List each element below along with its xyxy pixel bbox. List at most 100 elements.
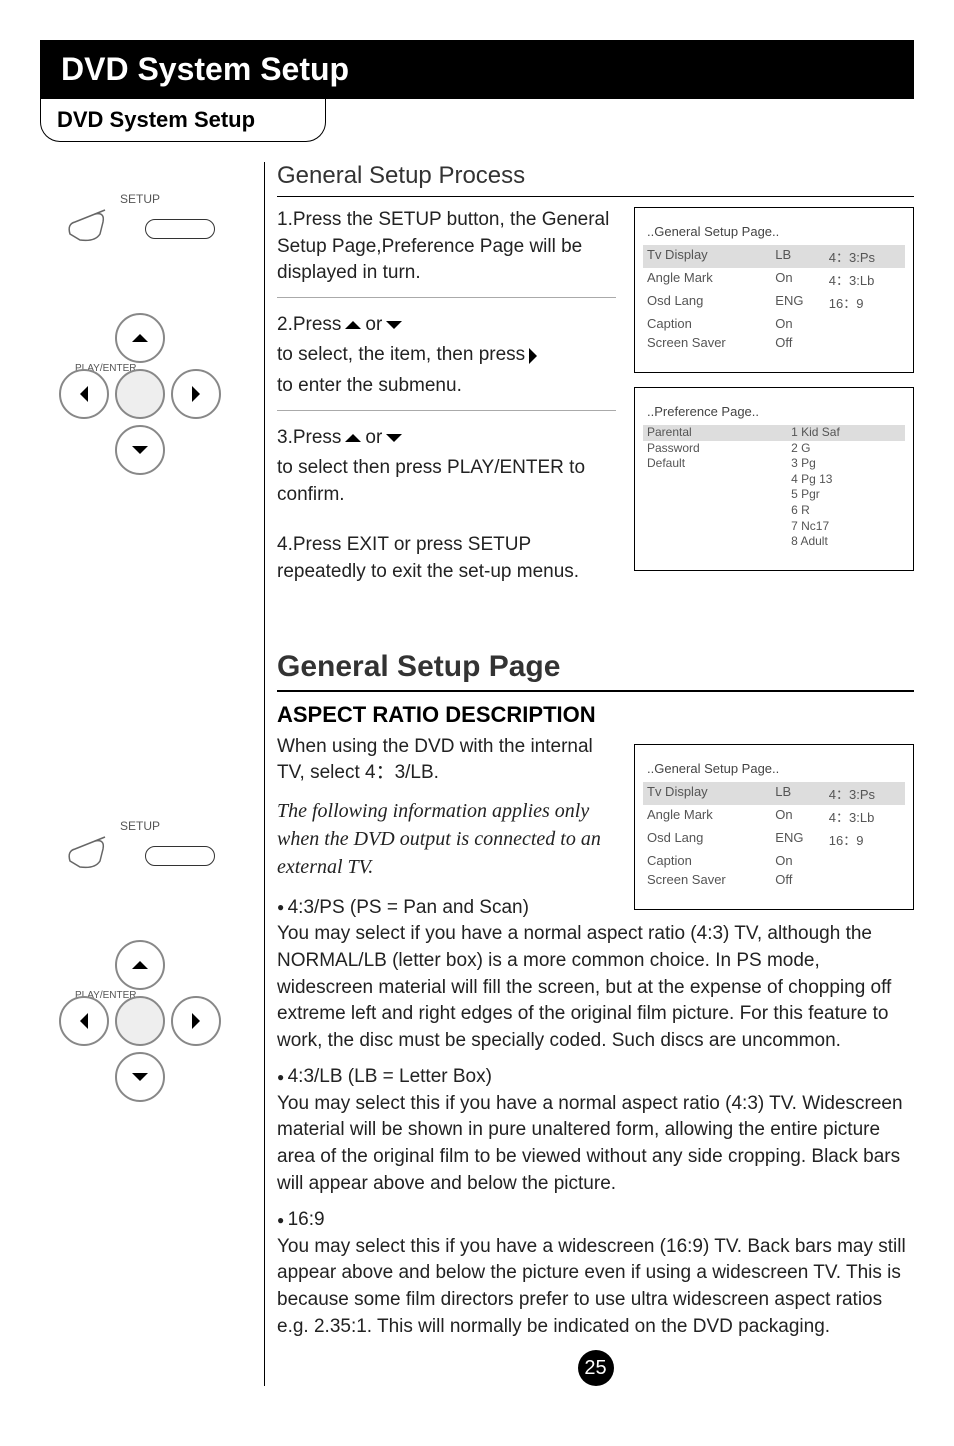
osd-cell: Tv Display	[643, 245, 771, 268]
osd-cell: Caption	[643, 314, 771, 333]
osd-cell: On	[771, 805, 824, 828]
triangle-up-icon	[345, 434, 361, 442]
osd-cell: LB	[771, 245, 824, 268]
aspect-ps-text: You may select if you have a normal aspe…	[277, 921, 914, 1054]
osd-cell: Off	[771, 333, 824, 352]
page-title-bar: DVD System Setup	[40, 40, 914, 99]
osd-cell: 3 Pg	[787, 456, 905, 472]
aspect-lb-text: You may select this if you have a normal…	[277, 1091, 914, 1197]
osd-cell: ENG	[771, 828, 824, 851]
osd-cell: Osd Lang	[643, 828, 771, 851]
osd-cell: 16：9	[825, 291, 905, 314]
dpad-right-icon	[171, 369, 221, 419]
dpad-left-icon	[59, 369, 109, 419]
left-column: SETUP PLAY/ENTER SETUP	[40, 162, 240, 1386]
osd-cell: On	[771, 851, 824, 870]
aspect-description: When using the DVD with the internal TV,…	[277, 734, 616, 922]
hand-icon	[65, 204, 115, 249]
triangle-up-icon	[345, 321, 361, 329]
osd-cell: 4：3:Lb	[825, 805, 905, 828]
osd-title: ..Preference Page..	[643, 398, 905, 425]
osd-cell: 16：9	[825, 828, 905, 851]
hand-icon	[65, 831, 115, 876]
setup-label: SETUP	[120, 819, 160, 833]
step-text: to select, the item, then press	[277, 342, 525, 369]
osd-cell: 4 Pg 13	[787, 472, 905, 488]
step-text: or	[365, 425, 382, 452]
aspect-intro: When using the DVD with the internal TV,…	[277, 734, 616, 787]
step-2: 2.Press or to select, the item, then pre…	[277, 312, 616, 411]
osd-cell: Password	[643, 441, 787, 457]
step-text: to select then press PLAY/ENTER to confi…	[277, 455, 616, 508]
aspect-note: The following information applies only w…	[277, 797, 616, 881]
osd-title: ..General Setup Page..	[643, 218, 905, 245]
aspect-lb: 4:3/LB (LB = Letter Box) You may select …	[277, 1064, 914, 1197]
aspect-ps: 4:3/PS (PS = Pan and Scan)	[277, 895, 616, 922]
osd-cell: Tv Display	[643, 782, 771, 805]
general-page-heading: General Setup Page	[277, 650, 914, 692]
osd-preference: ..Preference Page.. Parental1 Kid Saf Pa…	[634, 387, 914, 571]
page-subtitle: DVD System Setup	[40, 99, 326, 142]
osd-table: Tv DisplayLB4：3:Ps Angle MarkOn4：3:Lb Os…	[643, 245, 905, 352]
dpad-right-icon	[171, 996, 221, 1046]
right-column: General Setup Process 1.Press the SETUP …	[264, 162, 914, 1386]
osd-cell: 2 G	[787, 441, 905, 457]
aspect-169-text: You may select this if you have a widesc…	[277, 1234, 914, 1340]
osd-cell: Off	[771, 870, 824, 889]
osd-cell: Caption	[643, 851, 771, 870]
osd-cell: LB	[771, 782, 824, 805]
triangle-down-icon	[386, 434, 402, 442]
osd-cell: Osd Lang	[643, 291, 771, 314]
aspect-169: 16:9 You may select this if you have a w…	[277, 1207, 914, 1340]
osd-cell: 1 Kid Saf	[787, 425, 905, 441]
osd-cell: Screen Saver	[643, 333, 771, 352]
setup-button-graphic-1: SETUP	[65, 192, 215, 249]
dpad-up-icon	[115, 313, 165, 363]
dpad-left-icon	[59, 996, 109, 1046]
osd-cell: Angle Mark	[643, 805, 771, 828]
triangle-right-icon	[529, 348, 537, 364]
osd-title: ..General Setup Page..	[643, 755, 905, 782]
osd-cell: 4：3:Ps	[825, 245, 905, 268]
osd-cell: 4：3:Lb	[825, 268, 905, 291]
aspect-ps-label: 4:3/PS (PS = Pan and Scan)	[277, 897, 529, 918]
setup-pill-icon	[145, 846, 215, 866]
osd-cell: On	[771, 314, 824, 333]
setup-pill-icon	[145, 219, 215, 239]
osd-cell: 4：3:Ps	[825, 782, 905, 805]
osd-cell: Default	[643, 456, 787, 472]
aspect-lb-label: 4:3/LB (LB = Letter Box)	[277, 1066, 492, 1087]
osd-table: Tv DisplayLB4：3:Ps Angle MarkOn4：3:Lb Os…	[643, 782, 905, 889]
process-steps: 1.Press the SETUP button, the General Se…	[277, 207, 616, 610]
triangle-down-icon	[386, 321, 402, 329]
osd-cell: ENG	[771, 291, 824, 314]
osd-cell: Angle Mark	[643, 268, 771, 291]
osd-cell: 8 Adult	[787, 534, 905, 550]
osd-cell: 6 R	[787, 503, 905, 519]
osd-table: Parental1 Kid Saf Password2 G Default3 P…	[643, 425, 905, 550]
dpad-graphic-2: PLAY/ENTER	[55, 936, 225, 1106]
osd-cell: 5 Pgr	[787, 487, 905, 503]
dpad-down-icon	[115, 425, 165, 475]
dpad-center-icon	[115, 369, 165, 419]
step-text: to enter the submenu.	[277, 373, 462, 400]
osd-cell: Parental	[643, 425, 787, 441]
setup-button-graphic-2: SETUP	[65, 819, 215, 876]
step-4: 4.Press EXIT or press SETUP repeatedly t…	[277, 532, 616, 595]
aspect-169-label: 16:9	[277, 1209, 325, 1230]
step-text: 2.Press	[277, 312, 341, 339]
dpad-center-icon	[115, 996, 165, 1046]
dpad-graphic-1: PLAY/ENTER	[55, 309, 225, 479]
setup-label: SETUP	[120, 192, 160, 206]
osd-column: ..General Setup Page.. Tv DisplayLB4：3:P…	[634, 207, 914, 610]
dpad-up-icon	[115, 940, 165, 990]
step-text: 3.Press	[277, 425, 341, 452]
process-heading: General Setup Process	[277, 162, 914, 197]
dpad-down-icon	[115, 1052, 165, 1102]
osd-cell: On	[771, 268, 824, 291]
step-1: 1.Press the SETUP button, the General Se…	[277, 207, 616, 298]
page-number: 25	[578, 1350, 614, 1386]
osd-general-setup: ..General Setup Page.. Tv DisplayLB4：3:P…	[634, 207, 914, 373]
step-text: or	[365, 312, 382, 339]
aspect-ratio-heading: ASPECT RATIO DESCRIPTION	[277, 702, 914, 728]
